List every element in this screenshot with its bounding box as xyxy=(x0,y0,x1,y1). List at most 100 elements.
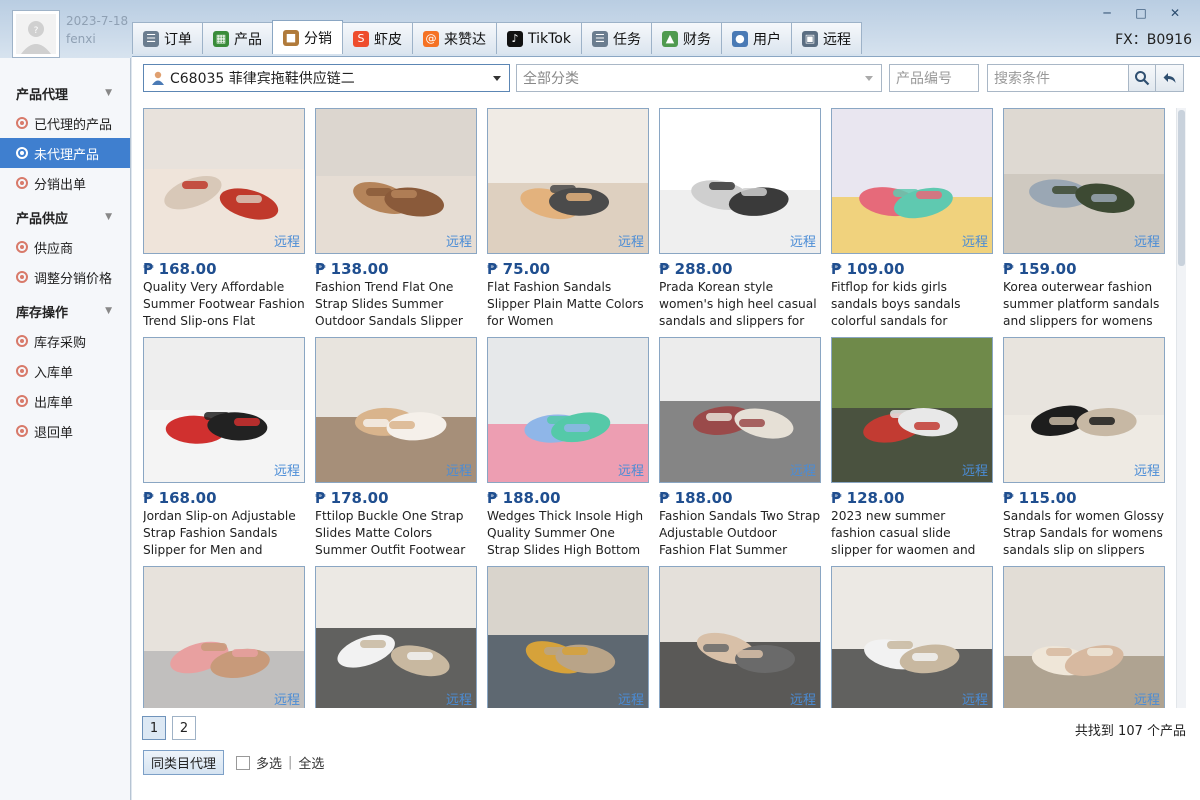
product-card[interactable]: 远程 ₱ 115.00 Sandals for women Glossy Strap… xyxy=(1003,337,1165,559)
remote-tag[interactable]: 远程 xyxy=(446,231,472,250)
product-card[interactable]: 远程 xyxy=(143,566,305,708)
multi-select-checkbox[interactable] xyxy=(236,755,251,770)
sidebar-item[interactable]: 入库单 xyxy=(0,356,130,386)
sidebar-item[interactable]: 分销出单 xyxy=(0,168,130,198)
sidebar-item[interactable]: 供应商 xyxy=(0,232,130,262)
minimize-icon[interactable]: ─ xyxy=(1092,4,1122,22)
remote-tag[interactable]: 远程 xyxy=(790,231,816,250)
tab-lazada[interactable]: @ 来赞达 xyxy=(412,22,497,54)
product-card[interactable]: 远程 ₱ 159.00 Korea outerwear fashion summer… xyxy=(1003,108,1165,330)
product-image[interactable]: 远程 xyxy=(315,108,477,254)
product-card[interactable]: 远程 ₱ 138.00 Fashion Trend Flat One Strap S… xyxy=(315,108,477,330)
select-all-link[interactable]: 全选 xyxy=(298,753,324,772)
product-card[interactable]: 远程 ₱ 168.00 Quality Very Affordable Summer… xyxy=(143,108,305,330)
sidebar-section-header[interactable]: 库存操作 ▼ xyxy=(0,296,130,326)
sidebar-item[interactable]: 退回单 xyxy=(0,416,130,446)
tab-tiktok[interactable]: ♪ TikTok xyxy=(496,22,582,54)
sidebar-section-header[interactable]: 产品供应 ▼ xyxy=(0,202,130,232)
product-image[interactable]: 远程 xyxy=(315,337,477,483)
product-title[interactable]: Fitflop for kids girls sandals boys sand… xyxy=(831,279,993,330)
search-button[interactable] xyxy=(1128,64,1156,92)
remote-tag[interactable]: 远程 xyxy=(790,460,816,479)
product-image[interactable]: 远程 xyxy=(831,337,993,483)
remote-tag[interactable]: 远程 xyxy=(1134,460,1160,479)
product-card[interactable]: 远程 xyxy=(831,566,993,708)
sidebar-item[interactable]: 出库单 xyxy=(0,386,130,416)
product-card[interactable]: 远程 ₱ 109.00 Fitflop for kids girls sandals… xyxy=(831,108,993,330)
product-card[interactable]: 远程 ₱ 75.00 Flat Fashion Sandals Slipper Pl… xyxy=(487,108,649,330)
remote-tag[interactable]: 远程 xyxy=(618,689,644,708)
scrollbar-thumb[interactable] xyxy=(1178,110,1185,266)
product-card[interactable]: 远程 xyxy=(315,566,477,708)
remote-tag[interactable]: 远程 xyxy=(446,460,472,479)
close-icon[interactable]: ✕ xyxy=(1160,4,1190,22)
product-card[interactable]: 远程 ₱ 178.00 Fttilop Buckle One Strap Slide… xyxy=(315,337,477,559)
tab-user[interactable]: ● 用户 xyxy=(720,22,792,54)
sidebar-item[interactable]: 调整分销价格 xyxy=(0,262,130,292)
avatar[interactable]: ? xyxy=(12,10,60,58)
product-code-input[interactable]: 产品编号 xyxy=(889,64,979,92)
product-image[interactable]: 远程 xyxy=(831,566,993,708)
sidebar-item[interactable]: 库存采购 xyxy=(0,326,130,356)
back-button[interactable] xyxy=(1156,64,1184,92)
proxy-same-category-button[interactable]: 同类目代理 xyxy=(143,750,225,775)
product-card[interactable]: 远程 ₱ 168.00 Jordan Slip-on Adjustable Stra… xyxy=(143,337,305,559)
tab-shopee[interactable]: S 虾皮 xyxy=(342,22,413,54)
remote-tag[interactable]: 远程 xyxy=(274,689,300,708)
tab-grid[interactable]: ▦ 产品 xyxy=(202,22,273,54)
product-card[interactable]: 远程 xyxy=(659,566,821,708)
product-image[interactable]: 远程 xyxy=(1003,108,1165,254)
maximize-icon[interactable]: □ xyxy=(1126,4,1156,22)
product-image[interactable]: 远程 xyxy=(487,108,649,254)
remote-tag[interactable]: 远程 xyxy=(618,231,644,250)
tab-order[interactable]: ☰ 订单 xyxy=(132,22,203,54)
product-card[interactable]: 远程 ₱ 288.00 Prada Korean style women's hig… xyxy=(659,108,821,330)
product-image[interactable]: 远程 xyxy=(831,108,993,254)
sidebar-item[interactable]: 未代理产品 xyxy=(0,138,130,168)
remote-tag[interactable]: 远程 xyxy=(446,689,472,708)
product-title[interactable]: Fttilop Buckle One Strap Slides Matte Co… xyxy=(315,508,477,559)
search-input[interactable]: 搜索条件 xyxy=(987,64,1129,92)
page-button[interactable]: 1 xyxy=(142,716,166,740)
product-image[interactable]: 远程 xyxy=(143,566,305,708)
sidebar-item[interactable]: 已代理的产品 xyxy=(0,108,130,138)
remote-tag[interactable]: 远程 xyxy=(274,460,300,479)
product-title[interactable]: Prada Korean style women's high heel cas… xyxy=(659,279,821,330)
tab-box[interactable]: ■ 分销 xyxy=(272,20,343,54)
product-card[interactable]: 远程 xyxy=(487,566,649,708)
remote-tag[interactable]: 远程 xyxy=(962,689,988,708)
product-title[interactable]: Sandals for women Glossy Strap Sandals f… xyxy=(1003,508,1165,559)
sidebar-section-header[interactable]: 产品代理 ▼ xyxy=(0,78,130,108)
product-image[interactable]: 远程 xyxy=(487,566,649,708)
page-button[interactable]: 2 xyxy=(172,716,196,740)
product-card[interactable]: 远程 ₱ 188.00 Wedges Thick Insole High Quali… xyxy=(487,337,649,559)
product-card[interactable]: 远程 xyxy=(1003,566,1165,708)
tab-task[interactable]: ☰ 任务 xyxy=(580,22,652,54)
scrollbar[interactable] xyxy=(1176,108,1186,708)
product-card[interactable]: 远程 ₱ 188.00 Fashion Sandals Two Strap Adju… xyxy=(659,337,821,559)
remote-tag[interactable]: 远程 xyxy=(962,460,988,479)
remote-tag[interactable]: 远程 xyxy=(618,460,644,479)
product-image[interactable]: 远程 xyxy=(315,566,477,708)
product-title[interactable]: Wedges Thick Insole High Quality Summer … xyxy=(487,508,649,559)
remote-tag[interactable]: 远程 xyxy=(1134,689,1160,708)
category-select[interactable]: 全部分类 xyxy=(516,64,882,92)
remote-tag[interactable]: 远程 xyxy=(790,689,816,708)
product-title[interactable]: Korea outerwear fashion summer platform … xyxy=(1003,279,1165,330)
remote-tag[interactable]: 远程 xyxy=(1134,231,1160,250)
product-title[interactable]: Fashion Trend Flat One Strap Slides Summ… xyxy=(315,279,477,330)
product-image[interactable]: 远程 xyxy=(659,337,821,483)
product-image[interactable]: 远程 xyxy=(659,108,821,254)
product-title[interactable]: 2023 new summer fashion casual slide sli… xyxy=(831,508,993,559)
product-image[interactable]: 远程 xyxy=(143,337,305,483)
product-image[interactable]: 远程 xyxy=(143,108,305,254)
supplier-select[interactable]: C68035 菲律宾拖鞋供应链二 xyxy=(143,64,510,92)
product-image[interactable]: 远程 xyxy=(487,337,649,483)
tab-finance[interactable]: ▲ 财务 xyxy=(650,22,722,54)
tab-remote[interactable]: ▣ 远程 xyxy=(790,22,862,54)
product-title[interactable]: Fashion Sandals Two Strap Adjustable Out… xyxy=(659,508,821,559)
product-card[interactable]: 远程 ₱ 128.00 2023 new summer fashion casual… xyxy=(831,337,993,559)
product-image[interactable]: 远程 xyxy=(1003,566,1165,708)
remote-tag[interactable]: 远程 xyxy=(962,231,988,250)
product-title[interactable]: Jordan Slip-on Adjustable Strap Fashion … xyxy=(143,508,305,559)
